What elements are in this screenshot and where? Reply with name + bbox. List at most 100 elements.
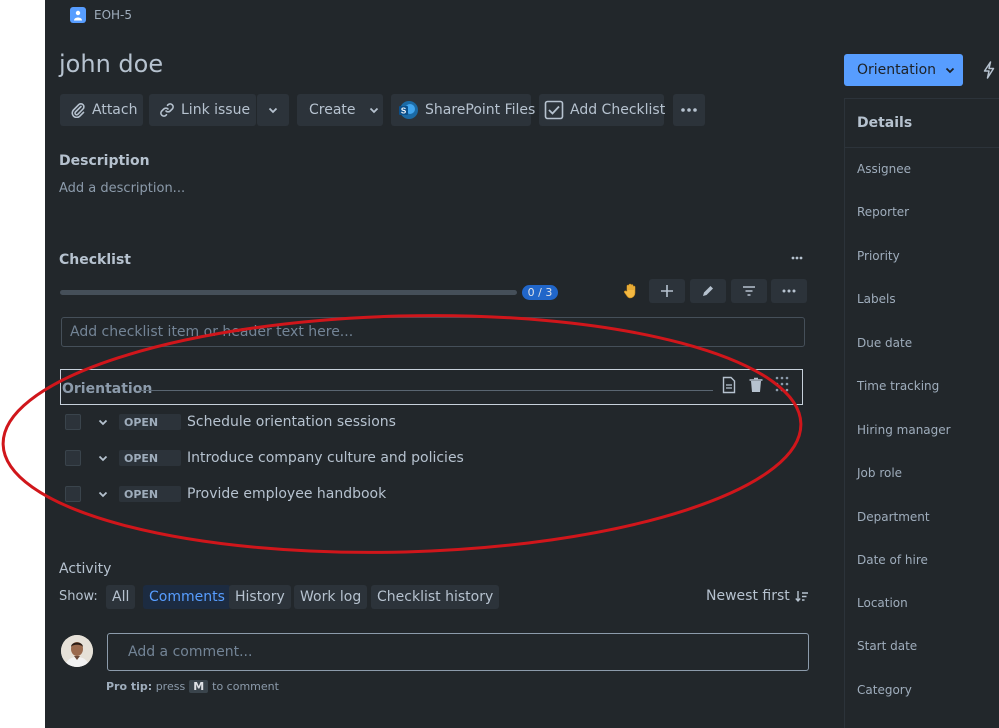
description-field[interactable]: Add a description...	[59, 181, 185, 196]
create-button[interactable]: Create	[297, 94, 383, 126]
breadcrumb[interactable]: EOH-5	[70, 7, 132, 23]
lightning-icon[interactable]	[983, 61, 995, 83]
attach-button[interactable]: Attach	[60, 94, 143, 126]
checklist-item[interactable]: OPEN Provide employee handbook	[65, 482, 386, 506]
more-icon	[791, 256, 803, 260]
trash-icon[interactable]	[748, 376, 764, 398]
create-label: Create	[309, 102, 356, 118]
field-hiring-manager: Hiring manager	[857, 423, 951, 437]
more-actions-button[interactable]	[673, 94, 705, 126]
more-icon	[782, 289, 796, 293]
status-badge[interactable]: OPEN	[119, 414, 181, 430]
status-dropdown-button[interactable]: Orientation	[844, 54, 963, 86]
attach-label: Attach	[92, 102, 138, 118]
shortcut-key: M	[189, 680, 209, 693]
link-issue-label: Link issue	[181, 102, 251, 118]
status-badge[interactable]: OPEN	[119, 450, 181, 466]
checklist-item-text[interactable]: Introduce company culture and policies	[187, 450, 464, 466]
checklist-heading: Checklist	[59, 252, 131, 268]
checklist-item-input[interactable]: Add checklist item or header text here..…	[61, 317, 805, 347]
details-divider	[845, 147, 999, 148]
avatar	[61, 635, 93, 667]
filter-icon	[743, 286, 755, 296]
activity-heading: Activity	[59, 561, 112, 577]
checkbox-icon	[544, 100, 564, 120]
field-labels: Labels	[857, 292, 896, 306]
field-location: Location	[857, 596, 908, 610]
checklist-header-text: Orientation	[62, 381, 153, 397]
issue-key[interactable]: EOH-5	[94, 8, 132, 22]
sharepoint-files-label: SharePoint Files	[425, 102, 536, 118]
plus-icon	[661, 285, 673, 297]
chevron-down-icon	[268, 107, 278, 114]
hand-icon[interactable]	[623, 282, 639, 300]
field-category: Category	[857, 683, 912, 697]
link-icon	[160, 103, 174, 117]
edit-checklist-button[interactable]	[690, 279, 726, 303]
filter-comments[interactable]: Comments	[143, 585, 231, 609]
paperclip-icon	[71, 103, 85, 118]
sort-button[interactable]: Newest first	[706, 588, 809, 604]
issue-view: EOH-5 john doe Attach Link issue Create …	[45, 0, 999, 728]
field-priority: Priority	[857, 249, 900, 263]
field-reporter: Reporter	[857, 205, 910, 219]
field-start-date: Start date	[857, 639, 918, 653]
chevron-down-icon	[369, 107, 378, 114]
comment-input[interactable]: Add a comment...	[107, 633, 809, 671]
checklist-header[interactable]: Orientation	[60, 369, 803, 405]
pro-tip-label: Pro tip:	[106, 680, 153, 693]
checklist-item-text[interactable]: Provide employee handbook	[187, 486, 386, 502]
user-icon	[70, 7, 86, 23]
checklist-more-button[interactable]	[789, 250, 805, 266]
filter-all[interactable]: All	[106, 585, 136, 609]
checklist-tools-more-button[interactable]	[771, 279, 807, 303]
sort-label: Newest first	[706, 588, 790, 604]
filter-checklist-history[interactable]: Checklist history	[371, 585, 500, 609]
field-due-date: Due date	[857, 336, 913, 350]
document-icon[interactable]	[721, 376, 737, 398]
checklist-item[interactable]: OPEN Schedule orientation sessions	[65, 410, 396, 434]
chevron-down-icon[interactable]	[95, 488, 111, 500]
chevron-down-icon[interactable]	[95, 416, 111, 428]
page-title[interactable]: john doe	[59, 50, 163, 78]
field-department: Department	[857, 510, 930, 524]
item-checkbox[interactable]	[65, 414, 81, 430]
more-icon	[681, 108, 697, 112]
pro-tip-after: to comment	[212, 680, 279, 693]
add-checklist-label: Add Checklist	[570, 102, 666, 118]
drag-grid-icon[interactable]	[775, 376, 789, 396]
checklist-item-text[interactable]: Schedule orientation sessions	[187, 414, 396, 430]
checklist-progress-bar	[60, 290, 517, 295]
chevron-down-icon[interactable]	[95, 452, 111, 464]
description-heading: Description	[59, 153, 150, 169]
pencil-icon	[703, 286, 713, 296]
show-label: Show:	[59, 589, 98, 604]
item-checkbox[interactable]	[65, 486, 81, 502]
checklist-progress-badge: 0 / 3	[522, 285, 558, 300]
add-checklist-button[interactable]: Add Checklist	[539, 94, 666, 126]
status-dropdown-label: Orientation	[857, 62, 937, 78]
field-time-tracking: Time tracking	[857, 379, 940, 393]
filter-work-log[interactable]: Work log	[294, 585, 368, 609]
sort-icon	[795, 590, 808, 602]
filter-history[interactable]: History	[229, 585, 291, 609]
filter-checklist-button[interactable]	[731, 279, 767, 303]
status-badge[interactable]: OPEN	[119, 486, 181, 502]
sharepoint-icon: S	[399, 101, 418, 119]
field-job-role: Job role	[857, 466, 903, 480]
details-heading[interactable]: Details	[857, 115, 912, 131]
pro-tip-press: press	[155, 680, 186, 693]
checklist-item[interactable]: OPEN Introduce company culture and polic…	[65, 446, 464, 470]
chevron-down-icon	[945, 67, 955, 74]
item-checkbox[interactable]	[65, 450, 81, 466]
header-divider	[139, 390, 713, 391]
svg-text:S: S	[401, 107, 407, 116]
details-panel: Details Assignee Reporter Priority Label…	[844, 98, 999, 728]
pro-tip: Pro tip: press Mto comment	[106, 680, 279, 693]
field-assignee: Assignee	[857, 162, 912, 176]
add-item-button[interactable]	[649, 279, 685, 303]
link-issue-button[interactable]: Link issue	[149, 94, 256, 126]
field-date-of-hire: Date of hire	[857, 553, 928, 567]
link-issue-dropdown[interactable]	[257, 94, 289, 126]
sharepoint-files-button[interactable]: S SharePoint Files	[391, 94, 535, 126]
